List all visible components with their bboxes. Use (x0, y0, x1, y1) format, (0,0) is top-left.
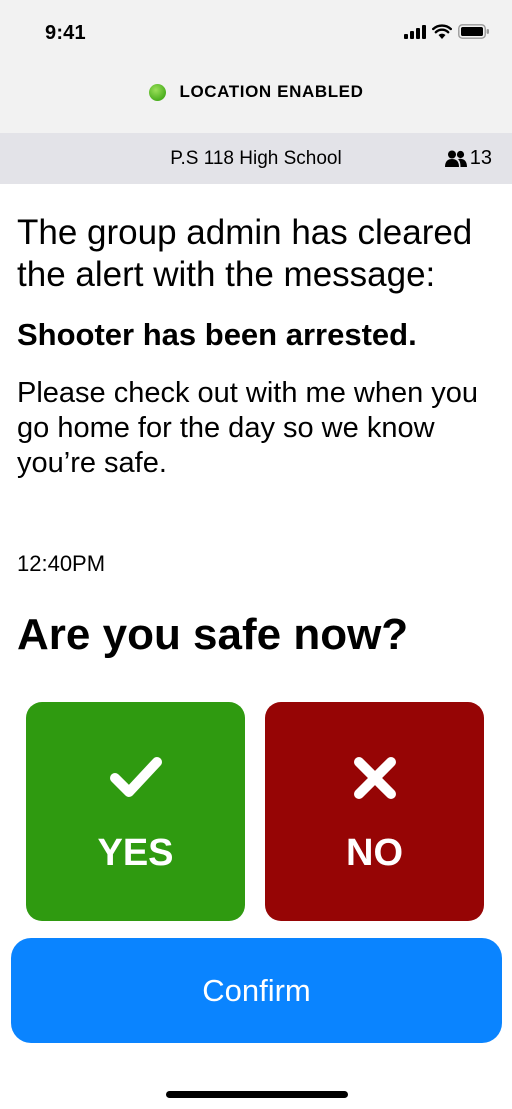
status-bar: 9:41 (0, 0, 512, 66)
yes-button-label: YES (97, 832, 174, 874)
x-mark-icon (353, 757, 396, 799)
location-indicator-icon (148, 83, 166, 101)
group-name: P.S 118 High School (170, 148, 342, 169)
people-icon (444, 150, 467, 167)
safety-question: Are you safe now? (17, 610, 409, 659)
location-status-label: LOCATION ENABLED (179, 82, 364, 101)
checkmark-icon (109, 757, 162, 797)
status-time: 9:41 (45, 22, 86, 44)
member-count-value: 13 (469, 147, 492, 169)
battery-icon (458, 24, 489, 39)
home-indicator[interactable] (166, 1091, 348, 1098)
no-button[interactable]: NO (265, 702, 484, 921)
location-status: LOCATION ENABLED (0, 82, 512, 102)
message-headline: Shooter has been arrested. (17, 317, 417, 352)
message-timestamp: 12:40PM (17, 551, 106, 576)
wifi-icon (432, 24, 452, 39)
member-count[interactable]: 13 (444, 147, 492, 170)
confirm-button[interactable]: Confirm (11, 938, 502, 1043)
yes-button[interactable]: YES (26, 702, 245, 921)
message-body: Please check out with me when you go hom… (17, 377, 479, 479)
confirm-button-label: Confirm (202, 972, 311, 1008)
no-button-label: NO (346, 832, 403, 874)
system-icons (404, 24, 490, 39)
cellular-signal-icon (404, 24, 426, 39)
message-intro: The group admin has cleared the alert wi… (17, 213, 473, 294)
group-bar: P.S 118 High School 13 (0, 133, 512, 184)
header-area: 9:41 LOCATION ENABLED (0, 0, 512, 133)
